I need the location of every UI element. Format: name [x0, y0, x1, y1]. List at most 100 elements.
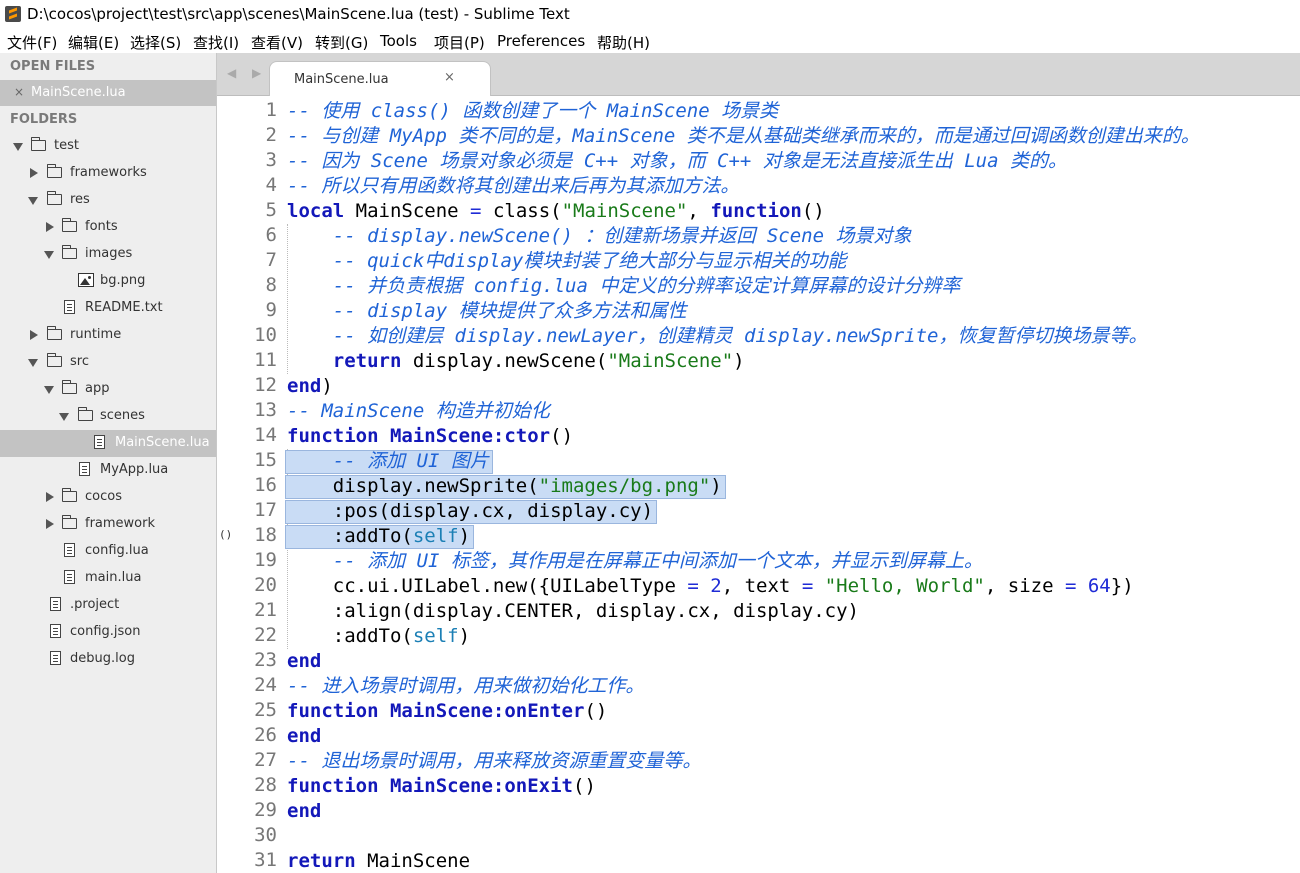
tree-item-readme[interactable]: README.txt [0, 295, 216, 322]
menu-tools[interactable]: Tools [380, 32, 417, 50]
menu-edit[interactable]: 编辑(E) [68, 32, 119, 53]
expand-arrow-icon[interactable] [28, 197, 38, 205]
tree-item-mainscene-lua[interactable]: MainScene.lua [0, 430, 216, 457]
tree-item-res[interactable]: res [0, 187, 216, 214]
code-token-comment: -- 并负责根据 config.lua 中定义的分辨率设定计算屏幕的设计分辨率 [332, 275, 961, 297]
tree-item-test[interactable]: test [0, 133, 216, 160]
tree-item-label: config.json [70, 624, 141, 639]
menu-view[interactable]: 查看(V) [251, 32, 303, 53]
open-file-item[interactable]: × MainScene.lua [0, 80, 216, 106]
open-files-header: OPEN FILES [10, 59, 96, 74]
code-line[interactable]: end [287, 649, 321, 674]
code-line[interactable]: local MainScene = class("MainScene", fun… [287, 199, 825, 224]
code-token-comment: -- display 模块提供了众多方法和属性 [332, 300, 687, 322]
code-line[interactable]: -- 添加 UI 图片 [287, 449, 489, 474]
tree-item-config-lua[interactable]: config.lua [0, 538, 216, 565]
menu-find[interactable]: 查找(I) [193, 32, 239, 53]
line-number: 15 [254, 449, 277, 471]
file-icon [50, 651, 61, 665]
tree-item-scenes[interactable]: scenes [0, 403, 216, 430]
code-line[interactable]: :pos(display.cx, display.cy) [287, 499, 653, 524]
tab-mainscene-lua[interactable]: MainScene.lua × [269, 61, 491, 97]
tree-item-cocos[interactable]: cocos [0, 484, 216, 511]
tree-item-fonts[interactable]: fonts [0, 214, 216, 241]
menu-project[interactable]: 项目(P) [434, 32, 485, 53]
tab-close-icon[interactable]: × [444, 70, 455, 85]
code-token-keyword: end [287, 650, 322, 672]
tree-item-app[interactable]: app [0, 376, 216, 403]
code-line[interactable]: function MainScene:onExit() [287, 774, 596, 799]
tree-item-myapp-lua[interactable]: MyApp.lua [0, 457, 216, 484]
tree-item-config-json[interactable]: config.json [0, 619, 216, 646]
tree-item-project[interactable]: .project [0, 592, 216, 619]
code-line[interactable]: -- MainScene 构造并初始化 [287, 399, 550, 424]
code-line[interactable]: -- 添加 UI 标签，其作用是在屏幕正中间添加一个文本，并显示到屏幕上。 [287, 549, 983, 574]
tree-item-label: scenes [100, 408, 145, 423]
tree-item-framework[interactable]: framework [0, 511, 216, 538]
menu-preferences[interactable]: Preferences [497, 32, 585, 50]
code-line[interactable]: display.newSprite("images/bg.png") [287, 474, 722, 499]
code-line[interactable]: :addTo(self) [287, 524, 470, 549]
tab-scroll-arrows-icon[interactable]: ◀ ▶ [227, 66, 267, 80]
tree-item-bg-png[interactable]: bg.png [0, 268, 216, 295]
tree-item-frameworks[interactable]: frameworks [0, 160, 216, 187]
expand-arrow-icon[interactable] [13, 143, 23, 151]
menu-help[interactable]: 帮助(H) [597, 32, 650, 53]
code-token-keyword: MainScene:ctor [389, 425, 551, 447]
code-line[interactable]: cc.ui.UILabel.new({UILabelType = 2, text… [287, 574, 1134, 599]
code-line[interactable]: -- display.newScene() ：创建新场景并返回 Scene 场景… [287, 224, 912, 249]
file-icon [64, 570, 75, 584]
code-line[interactable]: end) [287, 374, 333, 399]
collapse-arrow-icon[interactable] [30, 330, 38, 340]
code-line[interactable]: -- quick中display模块封装了绝大部分与显示相关的功能 [287, 249, 847, 274]
menu-goto[interactable]: 转到(G) [315, 32, 368, 53]
code-line[interactable]: -- 与创建 MyApp 类不同的是，MainScene 类不是从基础类继承而来… [287, 124, 1200, 149]
tab-bar: ◀ ▶ MainScene.lua × [217, 53, 1300, 97]
menu-file[interactable]: 文件(F) [7, 32, 57, 53]
code-line[interactable]: end [287, 724, 321, 749]
code-token-plain: ) [321, 375, 333, 397]
tree-item-label: fonts [85, 219, 118, 234]
code-line[interactable]: :align(display.CENTER, display.cx, displ… [287, 599, 859, 624]
tree-item-main-lua[interactable]: main.lua [0, 565, 216, 592]
code-line[interactable]: -- 所以只有用函数将其创建出来后再为其添加方法。 [287, 174, 739, 199]
tree-item-images[interactable]: images [0, 241, 216, 268]
close-icon[interactable]: × [14, 85, 24, 99]
code-line[interactable]: -- 如创建层 display.newLayer，创建精灵 display.ne… [287, 324, 1148, 349]
expand-arrow-icon[interactable] [44, 251, 54, 259]
code-line[interactable]: -- display 模块提供了众多方法和属性 [287, 299, 687, 324]
tree-item-runtime[interactable]: runtime [0, 322, 216, 349]
tree-item-label: frameworks [70, 165, 147, 180]
tree-item-label: res [70, 192, 90, 207]
collapse-arrow-icon[interactable] [46, 492, 54, 502]
collapse-arrow-icon[interactable] [46, 519, 54, 529]
code-token-op: = [1064, 575, 1077, 597]
code-line[interactable]: -- 并负责根据 config.lua 中定义的分辨率设定计算屏幕的设计分辨率 [287, 274, 961, 299]
code-line[interactable]: function MainScene:onEnter() [287, 699, 607, 724]
expand-arrow-icon[interactable] [28, 359, 38, 367]
code-line[interactable]: -- 进入场景时调用，用来做初始化工作。 [287, 674, 644, 699]
code-line[interactable]: function MainScene:ctor() [287, 424, 573, 449]
code-token-self: self [412, 525, 459, 547]
tree-item-src[interactable]: src [0, 349, 216, 376]
code-editor[interactable]: 1 2 3 4 5 6 7 8 9 10 11 12 13 14 15 16 17 18 19 20 21 22 23 24 2… [217, 96, 1300, 873]
code-line[interactable]: -- 使用 class() 函数创建了一个 MainScene 场景类 [287, 99, 778, 124]
code-line[interactable]: -- 因为 Scene 场景对象必须是 C++ 对象，而 C++ 对象是无法直接… [287, 149, 1067, 174]
code-token-keyword: return [332, 350, 402, 372]
code-line[interactable]: return display.newScene("MainScene") [287, 349, 745, 374]
tree-item-debug-log[interactable]: debug.log [0, 646, 216, 673]
code-token-plain: cc.ui.UILabel.new({UILabelType [287, 575, 688, 597]
menu-selection[interactable]: 选择(S) [130, 32, 181, 53]
code-line[interactable]: end [287, 799, 321, 824]
code-line[interactable]: -- 退出场景时调用，用来释放资源重置变量等。 [287, 749, 701, 774]
expand-arrow-icon[interactable] [44, 386, 54, 394]
code-line[interactable]: :addTo(self) [287, 624, 470, 649]
collapse-arrow-icon[interactable] [46, 222, 54, 232]
code-line[interactable]: return MainScene [287, 849, 470, 873]
line-number: 10 [254, 324, 277, 346]
expand-arrow-icon[interactable] [59, 413, 69, 421]
collapse-arrow-icon[interactable] [30, 168, 38, 178]
code-token-plain: :align(display.CENTER, display.cx, displ… [287, 600, 859, 622]
